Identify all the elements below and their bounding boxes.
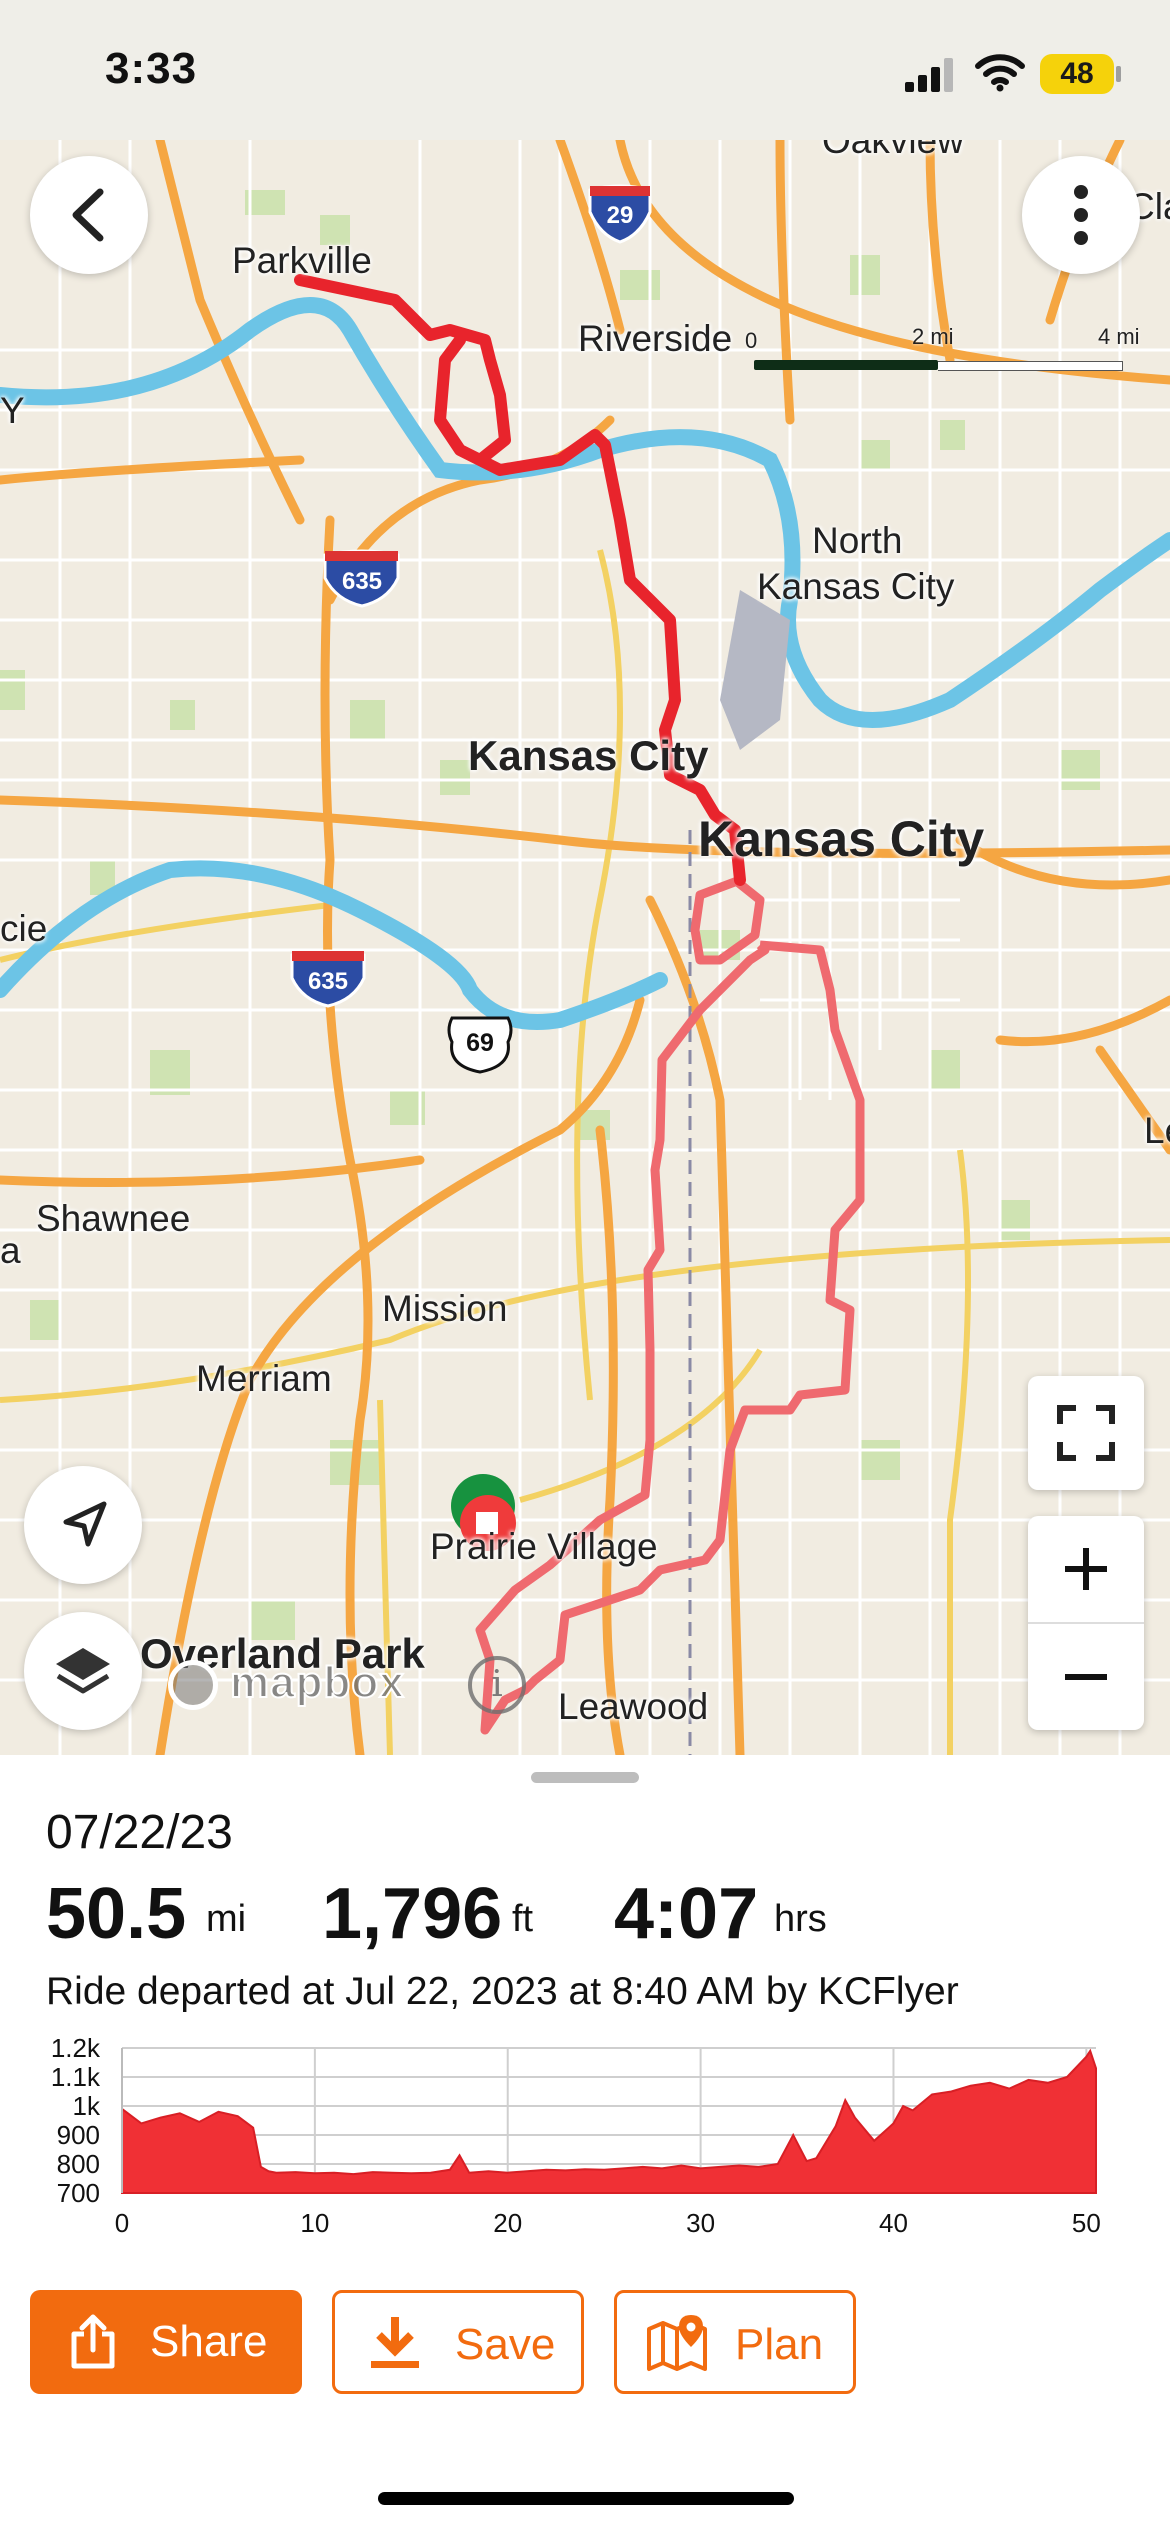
map-label-mission: Mission (382, 1288, 508, 1329)
save-button[interactable]: Save (332, 2290, 584, 2394)
map-scale-bar (754, 354, 1124, 374)
rivers (0, 297, 1170, 1030)
ride-date: 07/22/23 (46, 1806, 233, 1859)
ride-summary-sheet: 07/22/23 50.5 mi 1,796 ft 4:07 hrs Ride … (0, 1755, 1170, 2532)
chart-x-tick-label: 30 (686, 2208, 715, 2238)
elevation-gain-unit: ft (512, 1898, 534, 1940)
chart-x-tick-label: 10 (300, 2208, 329, 2238)
route-south (475, 875, 865, 1735)
elevation-area-series (121, 2048, 1097, 2194)
map-label-shawnee: Shawnee (36, 1198, 191, 1239)
more-options-button[interactable] (1022, 156, 1140, 274)
more-vertical-icon (1074, 185, 1088, 245)
attribution-info-button[interactable]: i (468, 1656, 526, 1714)
us-69-shield: 69 (466, 1029, 494, 1057)
plan-button[interactable]: Plan (614, 2290, 856, 2394)
locate-me-button[interactable] (24, 1466, 142, 1584)
plan-button-label: Plan (735, 2320, 824, 2369)
back-button[interactable] (30, 156, 148, 274)
scale-bar-dark-segment (754, 360, 938, 370)
wifi-icon (975, 54, 1025, 92)
scale-label-2mi: 2 mi (912, 324, 954, 349)
arterials (0, 549, 1170, 1755)
sheet-drag-handle[interactable] (531, 1772, 639, 1783)
scale-label-4mi: 4 mi (1098, 324, 1140, 349)
map-canvas (0, 140, 1170, 1755)
map-label-kansas-city-ks: Kansas City (468, 732, 709, 779)
interstate-635-shield-north: 635 (341, 568, 383, 595)
chevron-left-icon (72, 188, 104, 242)
scale-bar-light-segment (938, 361, 1123, 371)
map-layers-button[interactable] (24, 1612, 142, 1730)
chart-x-tick-label: 50 (1072, 2208, 1101, 2238)
chart-y-tick-label: 1.2k (51, 2033, 101, 2063)
mapbox-logo-icon (168, 1660, 218, 1710)
map-label-north-kansas-city-line2: Kansas City (757, 566, 955, 607)
park-areas (0, 190, 1100, 1640)
zoom-out-button[interactable] (1028, 1624, 1144, 1730)
elevation-profile-chart[interactable]: 1.2k1.1k1k900800700 0 10 20 30 40 50 (0, 2025, 1170, 2325)
layers-icon (56, 1648, 110, 1694)
map-label-kansas-city-mo: Kansas City (698, 811, 985, 867)
chart-x-tick-label: 0 (115, 2208, 129, 2238)
ride-description: Ride departed at Jul 22, 2023 at 8:40 AM… (46, 1970, 959, 2013)
map-label-merriam: Merriam (196, 1358, 332, 1399)
cellular-signal-icon (905, 58, 953, 92)
share-icon (71, 2314, 115, 2369)
distance-value: 50.5 (46, 1874, 187, 1954)
map-label-riverside: Riverside (578, 318, 733, 359)
download-icon (371, 2317, 419, 2368)
share-button-label: Share (150, 2317, 268, 2366)
chart-x-tick-label: 40 (879, 2208, 908, 2238)
mapbox-wordmark: mapbox (229, 1657, 405, 1708)
fullscreen-button[interactable] (1028, 1376, 1144, 1490)
chart-y-tick-label: 700 (57, 2178, 100, 2208)
chart-y-tick-label: 800 (57, 2149, 100, 2179)
home-indicator (378, 2492, 794, 2505)
battery-tip (1116, 66, 1121, 82)
moving-time-unit: hrs (774, 1898, 827, 1940)
elevation-gain-value: 1,796 (322, 1874, 503, 1954)
zoom-controls (1028, 1516, 1144, 1730)
fullscreen-icon (1057, 1405, 1115, 1461)
info-icon: i (491, 1664, 503, 1705)
battery-icon: 48 (1040, 54, 1114, 94)
map-label-north-kansas-city-line1: North (812, 520, 903, 561)
map-label-edge-y: Y (0, 390, 25, 431)
status-bar: 3:33 48 (0, 0, 1170, 140)
route-map[interactable]: Oakview Cla Parkville Riverside North Ka… (0, 140, 1170, 1755)
airport (720, 590, 790, 750)
navigation-arrow-icon (63, 1501, 107, 1547)
interstate-635-shield-south: 635 (307, 968, 349, 995)
moving-time-value: 4:07 (614, 1874, 759, 1954)
map-label-edge-a: a (0, 1230, 21, 1271)
minus-icon (1065, 1674, 1107, 1680)
zoom-in-button[interactable] (1028, 1516, 1144, 1622)
battery-level: 48 (1060, 57, 1094, 90)
interstate-29-shield: 29 (606, 202, 634, 229)
status-time: 3:33 (105, 44, 198, 93)
map-pin-icon (647, 2315, 707, 2371)
chart-x-tick-label: 20 (493, 2208, 522, 2238)
scale-label-zero: 0 (745, 328, 758, 353)
map-label-edge-le: Le (1144, 1110, 1170, 1151)
map-label-parkville: Parkville (232, 240, 372, 281)
map-label-prairie-village: Prairie Village (430, 1526, 658, 1567)
distance-unit: mi (206, 1898, 247, 1940)
chart-y-tick-label: 1k (73, 2091, 101, 2121)
map-label-cie: cie (0, 908, 48, 949)
save-button-label: Save (455, 2320, 556, 2369)
plus-icon (1065, 1548, 1107, 1590)
share-button[interactable]: Share (30, 2290, 302, 2394)
map-label-leawood: Leawood (558, 1686, 709, 1727)
chart-y-tick-label: 1.1k (51, 2062, 101, 2092)
map-label-oakview: Oakview (822, 140, 964, 161)
chart-y-tick-label: 900 (57, 2120, 100, 2150)
